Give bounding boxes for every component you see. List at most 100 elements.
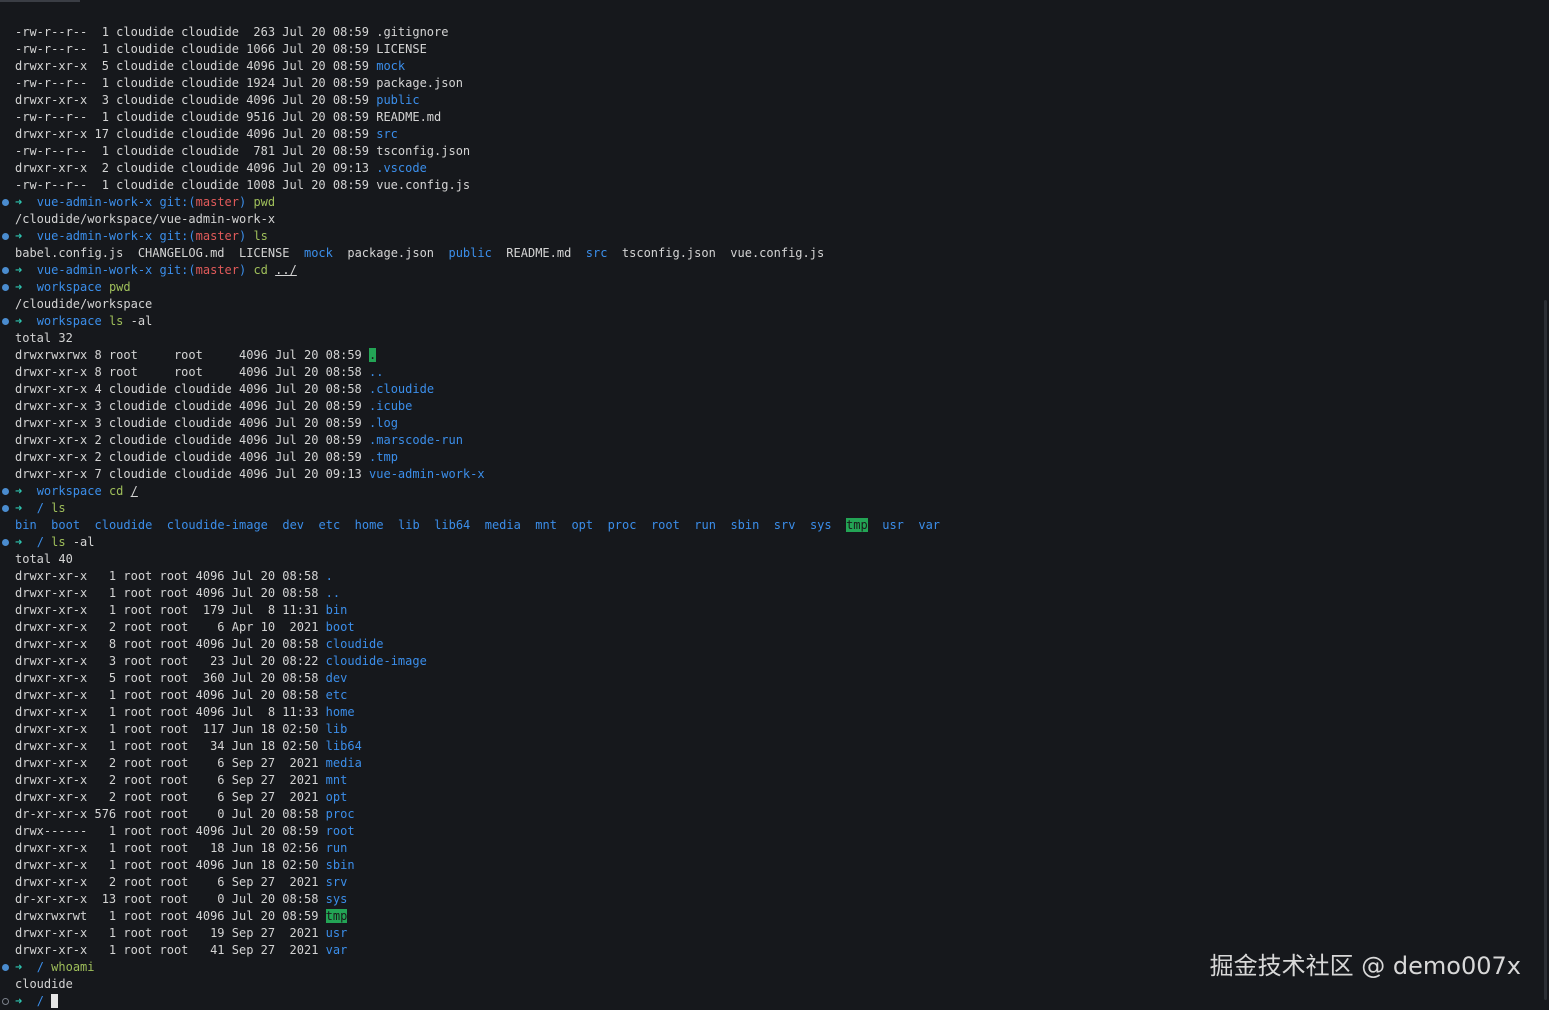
text-segment	[152, 518, 166, 532]
prompt-arrow-icon: ➜	[15, 229, 37, 243]
text-segment: media	[484, 518, 521, 532]
output-line: total 32	[0, 330, 1549, 347]
text-segment: /	[36, 501, 44, 515]
output-line: total 40	[0, 551, 1549, 568]
output-line: drwxr-xr-x 8 root root 4096 Jul 20 08:58…	[0, 636, 1549, 653]
command-status-dot-icon[interactable]	[2, 284, 9, 291]
text-segment: tsconfig.json vue.config.js	[607, 246, 825, 260]
text-segment: git:(	[152, 229, 196, 243]
prompt-line: ➜ workspace pwd	[0, 279, 1549, 296]
text-segment: -rw-r--r-- 1 cloudide cloudide 1008 Jul …	[15, 178, 471, 192]
terminal-output[interactable]: -rw-r--r-- 1 cloudide cloudide 263 Jul 2…	[0, 24, 1549, 1010]
text-segment: babel.config.js CHANGELOG.md LICENSE	[15, 246, 304, 260]
text-segment: drwxr-xr-x 5 root root 360 Jul 20 08:58	[15, 671, 326, 685]
text-segment: proc	[325, 807, 355, 821]
text-segment: bin	[15, 518, 37, 532]
command-status-dot-icon[interactable]	[2, 233, 9, 240]
prompt-arrow-icon: ➜	[15, 195, 37, 209]
text-segment: ..	[325, 586, 341, 600]
prompt-arrow-icon: ➜	[15, 314, 37, 328]
text-segment: master	[195, 195, 239, 209]
text-segment: ls	[43, 501, 66, 515]
cursor	[51, 994, 59, 1008]
command-status-dot-icon[interactable]	[2, 964, 9, 971]
text-segment: drwxrwxrwt 1 root root 4096 Jul 20 08:59	[15, 909, 326, 923]
scrollbar[interactable]	[1544, 300, 1547, 1000]
output-line: drwxr-xr-x 3 cloudide cloudide 4096 Jul …	[0, 398, 1549, 415]
text-segment: lib64	[325, 739, 362, 753]
text-segment: cd	[101, 484, 131, 498]
command-status-dot-icon[interactable]	[2, 267, 9, 274]
text-segment: drwxr-xr-x 2 cloudide cloudide 4096 Jul …	[15, 450, 370, 464]
output-line: drwxrwxrwx 8 root root 4096 Jul 20 08:59…	[0, 347, 1549, 364]
output-line: drwxr-xr-x 1 root root 4096 Jul 20 08:58…	[0, 585, 1549, 602]
output-line: drwxr-xr-x 1 root root 179 Jul 8 11:31 b…	[0, 602, 1549, 619]
text-segment	[557, 518, 571, 532]
command-status-dot-icon[interactable]	[2, 488, 9, 495]
text-segment: .marscode-run	[369, 433, 463, 447]
watermark: 掘金技术社区 @ demo007x	[1209, 952, 1521, 980]
text-segment: drwxr-xr-x 8 root root 4096 Jul 20 08:58	[15, 365, 370, 379]
output-line: babel.config.js CHANGELOG.md LICENSE moc…	[0, 245, 1549, 262]
text-segment: workspace	[36, 280, 102, 294]
command-pending-dot-icon[interactable]	[2, 998, 9, 1005]
text-segment: drwxr-xr-x 1 root root 18 Jun 18 02:56	[15, 841, 326, 855]
command-status-dot-icon[interactable]	[2, 318, 9, 325]
text-segment: proc	[607, 518, 637, 532]
text-segment: drwxr-xr-x 1 root root 41 Sep 27 2021	[15, 943, 326, 957]
text-segment: var	[918, 518, 941, 532]
text-segment: drwxr-xr-x 3 root root 23 Jul 20 08:22	[15, 654, 326, 668]
text-segment: .log	[369, 416, 398, 430]
text-segment: etc	[325, 688, 348, 702]
text-segment: workspace	[36, 314, 102, 328]
text-segment: /cloudide/workspace/vue-admin-work-x	[15, 212, 276, 226]
command-status-dot-icon[interactable]	[2, 505, 9, 512]
output-line: drwxr-xr-x 4 cloudide cloudide 4096 Jul …	[0, 381, 1549, 398]
command-status-dot-icon[interactable]	[2, 199, 9, 206]
output-line: dr-xr-xr-x 576 root root 0 Jul 20 08:58 …	[0, 806, 1549, 823]
text-segment: -rw-r--r-- 1 cloudide cloudide 263 Jul 2…	[15, 25, 449, 39]
text-segment: src	[585, 246, 608, 260]
text-segment: pwd	[246, 195, 276, 209]
text-segment: sys	[809, 518, 832, 532]
output-line: drwxr-xr-x 1 root root 117 Jun 18 02:50 …	[0, 721, 1549, 738]
text-segment	[759, 518, 773, 532]
text-segment: etc	[318, 518, 341, 532]
text-segment	[716, 518, 730, 532]
text-segment: drwxr-xr-x 4 cloudide cloudide 4096 Jul …	[15, 382, 370, 396]
text-segment: -al	[65, 535, 95, 549]
text-segment: -rw-r--r-- 1 cloudide cloudide 1924 Jul …	[15, 76, 463, 90]
output-line: drwxr-xr-x 2 root root 6 Sep 27 2021 srv	[0, 874, 1549, 891]
text-segment: vue-admin-work-x	[36, 263, 153, 277]
output-line: drwxr-xr-x 1 root root 4096 Jul 20 08:58…	[0, 687, 1549, 704]
text-segment: home	[354, 518, 384, 532]
output-line: drwxr-xr-x 5 cloudide cloudide 4096 Jul …	[0, 58, 1549, 75]
prompt-arrow-icon: ➜	[15, 501, 37, 515]
text-segment: run	[325, 841, 348, 855]
text-segment: usr	[882, 518, 904, 532]
text-segment: lib64	[434, 518, 471, 532]
text-segment: sbin	[730, 518, 760, 532]
text-segment: .vscode	[376, 161, 427, 175]
text-segment: /cloudide/workspace	[15, 297, 153, 311]
output-line: drwxr-xr-x 3 cloudide cloudide 4096 Jul …	[0, 415, 1549, 432]
text-segment: master	[195, 229, 239, 243]
output-line: drwx------ 1 root root 4096 Jul 20 08:59…	[0, 823, 1549, 840]
text-segment: total 40	[15, 552, 73, 566]
text-segment: drwxr-xr-x 1 root root 4096 Jun 18 02:50	[15, 858, 326, 872]
text-segment	[80, 518, 94, 532]
output-line: drwxr-xr-x 7 cloudide cloudide 4096 Jul …	[0, 466, 1549, 483]
output-line: drwxr-xr-x 2 root root 6 Apr 10 2021 boo…	[0, 619, 1549, 636]
text-segment: home	[325, 705, 355, 719]
text-segment: drwxr-xr-x 2 root root 6 Apr 10 2021	[15, 620, 326, 634]
command-status-dot-icon[interactable]	[2, 539, 9, 546]
text-segment: git:(	[152, 263, 196, 277]
text-segment: drwxr-xr-x 2 cloudide cloudide 4096 Jul …	[15, 161, 377, 175]
text-segment: srv	[325, 875, 348, 889]
output-line: -rw-r--r-- 1 cloudide cloudide 1008 Jul …	[0, 177, 1549, 194]
text-segment	[593, 518, 607, 532]
output-line: drwxr-xr-x 2 cloudide cloudide 4096 Jul …	[0, 432, 1549, 449]
text-segment	[384, 518, 398, 532]
text-segment: .cloudide	[369, 382, 435, 396]
text-segment: vue-admin-work-x	[36, 229, 153, 243]
